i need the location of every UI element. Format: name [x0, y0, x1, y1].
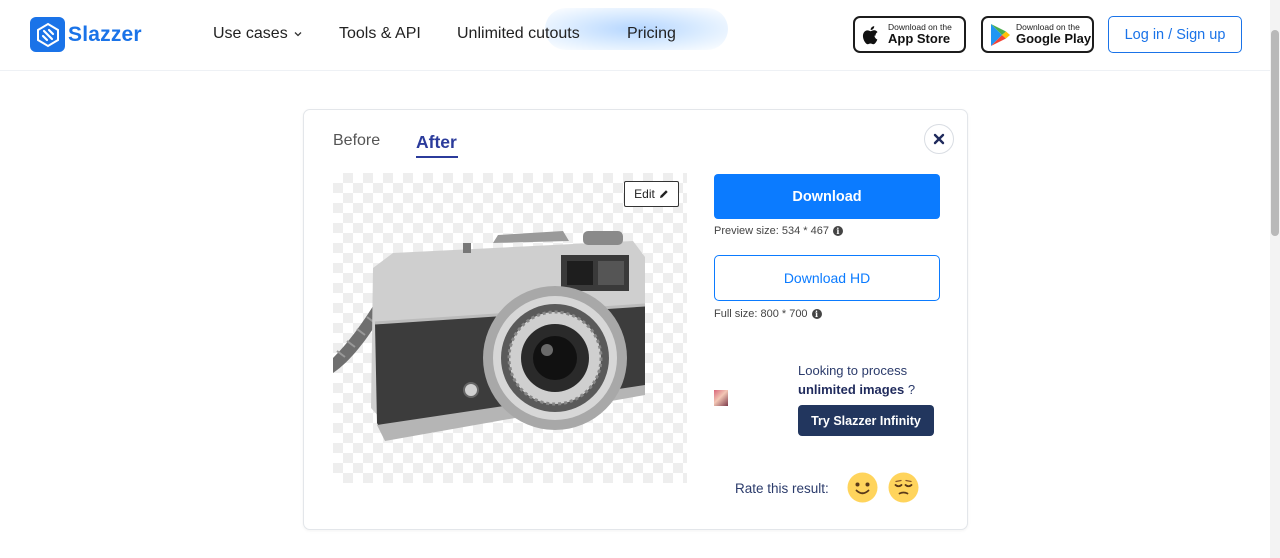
- nav-tools-api-label: Tools & API: [339, 25, 421, 42]
- login-signup-button[interactable]: Log in / Sign up: [1108, 16, 1242, 53]
- preview-size-text: Preview size: 534 * 467: [714, 225, 829, 237]
- rate-label: Rate this result:: [735, 481, 829, 496]
- active-tab-indicator: [416, 156, 458, 158]
- edit-button[interactable]: Edit: [624, 181, 679, 207]
- promo-line1: Looking to process: [798, 363, 908, 378]
- tab-after[interactable]: After: [416, 132, 457, 153]
- preview-size-note: Preview size: 534 * 467 i: [714, 225, 843, 237]
- scrollbar-thumb[interactable]: [1271, 30, 1279, 236]
- full-size-note: Full size: 800 * 700 i: [714, 308, 822, 320]
- info-icon[interactable]: i: [811, 309, 822, 319]
- pencil-icon: [659, 190, 668, 198]
- apple-icon: [862, 25, 878, 44]
- promo-thumbnail-image: [714, 390, 728, 406]
- logo-text: Slazzer: [68, 22, 142, 46]
- nav-unlimited-cutouts[interactable]: Unlimited cutouts: [457, 24, 627, 44]
- camera-cutout: [333, 231, 646, 441]
- result-card: Before After Edit Download Preview size:…: [303, 109, 968, 530]
- google-play-icon: [991, 23, 1010, 46]
- close-button[interactable]: [924, 124, 954, 154]
- google-play-big: Google Play: [1016, 31, 1092, 46]
- nav-pricing-label: Pricing: [627, 25, 676, 42]
- edit-label: Edit: [634, 187, 655, 201]
- nav-tools-api[interactable]: Tools & API: [339, 24, 457, 44]
- chevron-down-icon: [294, 32, 302, 37]
- download-hd-button[interactable]: Download HD: [714, 255, 940, 301]
- top-navbar: Slazzer Use cases Tools & API Unlimited …: [0, 0, 1270, 71]
- nav-use-cases-label: Use cases: [213, 25, 288, 42]
- full-size-text: Full size: 800 * 700: [714, 308, 808, 320]
- promo-line2: unlimited images ?: [798, 380, 915, 399]
- tab-before[interactable]: Before: [333, 132, 380, 150]
- nav-unlimited-cutouts-label: Unlimited cutouts: [457, 25, 580, 42]
- promo-text: Looking to process unlimited images ?: [798, 361, 915, 399]
- cutout-preview-image: [333, 173, 687, 483]
- info-icon[interactable]: i: [832, 226, 843, 236]
- page-scrollbar[interactable]: [1270, 0, 1280, 558]
- nav-use-cases[interactable]: Use cases: [213, 24, 339, 44]
- app-store-big: App Store: [888, 31, 951, 46]
- unamused-icon[interactable]: [888, 472, 919, 503]
- nav-pricing[interactable]: Pricing: [627, 24, 676, 44]
- main-nav: Use cases Tools & API Unlimited cutouts …: [213, 24, 676, 44]
- logo[interactable]: Slazzer: [30, 17, 142, 52]
- slazzer-logo-icon: [30, 17, 65, 52]
- close-icon: [933, 133, 945, 145]
- promo-bold: unlimited images: [798, 382, 905, 397]
- download-button[interactable]: Download: [714, 174, 940, 219]
- app-store-button[interactable]: Download on the App Store: [853, 16, 966, 53]
- smile-icon[interactable]: [847, 472, 878, 503]
- google-play-button[interactable]: Download on the Google Play: [981, 16, 1094, 53]
- try-slazzer-infinity-button[interactable]: Try Slazzer Infinity: [798, 405, 934, 436]
- promo-suffix: ?: [904, 382, 916, 397]
